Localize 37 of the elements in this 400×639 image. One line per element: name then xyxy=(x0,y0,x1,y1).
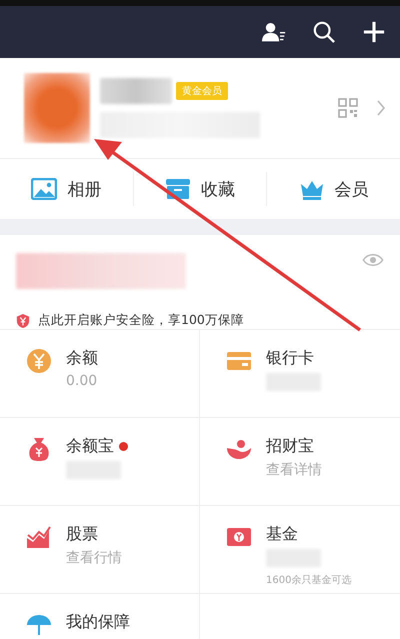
image-icon xyxy=(31,178,58,200)
contacts-icon[interactable] xyxy=(262,21,286,43)
shortcut-button[interactable]: 会员 xyxy=(267,159,400,219)
asset-tile[interactable]: 银行卡 xyxy=(200,330,400,418)
asset-tile[interactable]: 基金 1600余只基金可选 xyxy=(200,506,400,594)
eye-icon[interactable] xyxy=(362,253,384,267)
asset-tile[interactable]: 股票 查看行情 xyxy=(0,506,199,594)
umbrella-icon xyxy=(26,612,52,638)
asset-subtitle: 查看行情 xyxy=(66,549,122,567)
asset-title: 招财宝 xyxy=(266,436,314,457)
security-notice-link[interactable]: 点此开启账户安全险，享100万保障 xyxy=(38,312,244,329)
shortcut-button[interactable]: 相册 xyxy=(0,159,133,219)
asset-tile[interactable]: 我的保障 xyxy=(0,594,199,639)
yuan-coin-icon xyxy=(26,348,52,374)
asset-subtitle: 查看详情 xyxy=(266,461,322,479)
box-icon xyxy=(165,178,191,200)
asset-title: 基金 xyxy=(266,524,298,545)
asset-tile[interactable]: 余额宝 xyxy=(0,418,199,506)
chevron-right-icon[interactable] xyxy=(376,99,386,117)
member-badge: 黄金会员 xyxy=(176,82,228,100)
asset-note: 1600余只基金可选 xyxy=(266,574,352,587)
asset-tile[interactable]: 招财宝 查看详情 xyxy=(200,418,400,506)
add-icon[interactable] xyxy=(362,21,386,43)
asset-title: 余额宝 xyxy=(66,436,114,457)
asset-title: 股票 xyxy=(66,524,98,545)
asset-title: 银行卡 xyxy=(266,348,314,369)
search-icon[interactable] xyxy=(312,21,336,43)
avatar[interactable] xyxy=(24,73,90,143)
shortcut-button[interactable]: 收藏 xyxy=(134,159,266,219)
qr-code-icon[interactable] xyxy=(338,98,358,118)
chart-up-icon xyxy=(26,524,52,550)
asset-tile[interactable]: 余额 0.00 xyxy=(0,330,199,418)
shield-icon xyxy=(16,312,30,328)
asset-subtitle: 0.00 xyxy=(66,373,98,389)
asset-title: 我的保障 xyxy=(66,612,130,633)
notification-dot xyxy=(119,442,128,451)
asset-title: 余额 xyxy=(66,348,98,369)
